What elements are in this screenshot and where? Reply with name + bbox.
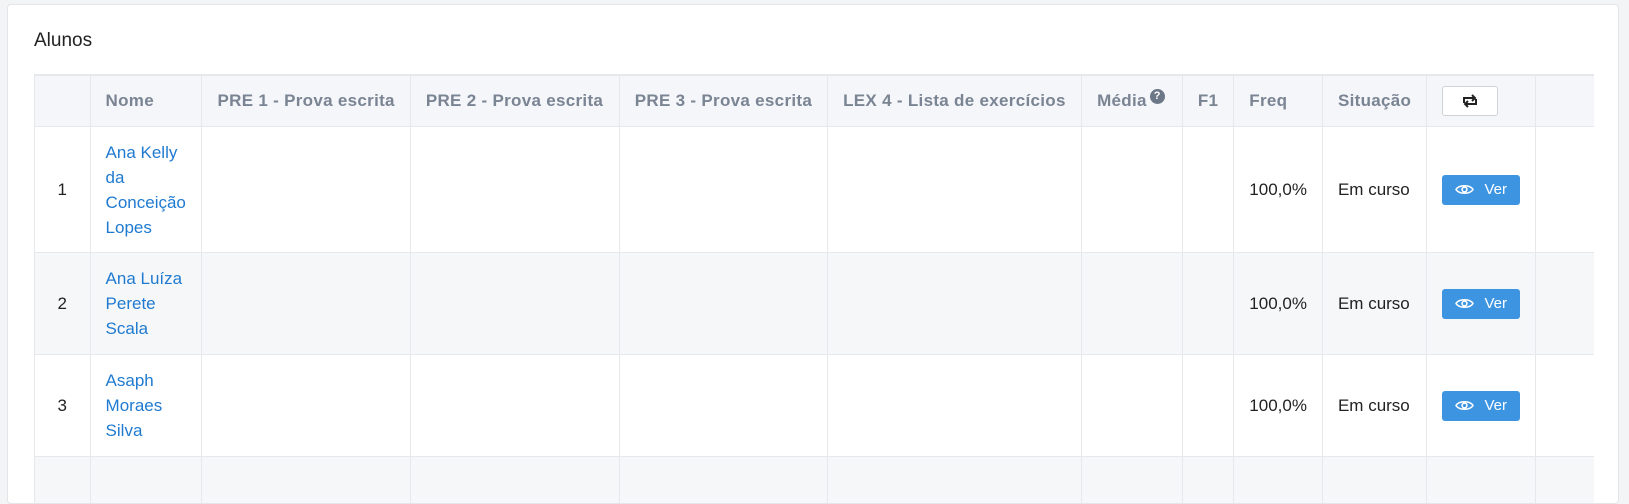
grade-pre1 — [202, 355, 410, 457]
freq-cell: 100,0% — [1234, 253, 1323, 355]
student-name-line: Perete — [106, 291, 187, 316]
grade-pre3 — [619, 127, 827, 253]
grade-media — [1082, 127, 1183, 253]
student-name-line: Asaph — [106, 368, 187, 393]
header-pre3[interactable]: PRE 3 - Prova escrita — [619, 76, 827, 127]
grade-f1 — [1182, 355, 1233, 457]
grade-pre2 — [410, 355, 619, 457]
action-cell: Ver — [1427, 253, 1536, 355]
students-table-container: Nome PRE 1 - Prova escrita PRE 2 - Prova… — [34, 74, 1594, 504]
row-index: 3 — [35, 355, 91, 457]
student-name-line: Ana Kelly — [106, 140, 187, 165]
view-button-label: Ver — [1484, 181, 1507, 198]
header-media-label: Média — [1097, 91, 1147, 110]
students-table: Nome PRE 1 - Prova escrita PRE 2 - Prova… — [34, 75, 1594, 504]
header-actions — [1427, 76, 1536, 127]
student-name-line: Silva — [106, 418, 187, 443]
grade-lex4 — [828, 355, 1082, 457]
table-cell — [90, 457, 202, 504]
table-cell — [1536, 457, 1594, 504]
table-cell — [1182, 457, 1233, 504]
view-button[interactable]: Ver — [1442, 289, 1520, 319]
student-name-line: da — [106, 165, 187, 190]
header-nome[interactable]: Nome — [90, 76, 202, 127]
student-name-cell: Ana LuízaPereteScala — [90, 253, 202, 355]
extra-cell — [1536, 127, 1594, 253]
header-freq: Freq — [1234, 76, 1323, 127]
student-name-line: Ana Luíza — [106, 266, 187, 291]
grade-pre1 — [202, 127, 410, 253]
view-button-label: Ver — [1484, 397, 1507, 414]
header-pre2[interactable]: PRE 2 - Prova escrita — [410, 76, 619, 127]
student-name-link[interactable]: Ana LuízaPereteScala — [106, 266, 187, 341]
table-header-row: Nome PRE 1 - Prova escrita PRE 2 - Prova… — [35, 76, 1595, 127]
table-row: 1Ana KellydaConceiçãoLopes100,0%Em curso… — [35, 127, 1595, 253]
refresh-icon — [1461, 94, 1479, 108]
grade-pre1 — [202, 253, 410, 355]
situacao-cell: Em curso — [1322, 127, 1426, 253]
table-row: 3AsaphMoraesSilva100,0%Em cursoVer — [35, 355, 1595, 457]
student-name-cell: AsaphMoraesSilva — [90, 355, 202, 457]
eye-icon — [1455, 399, 1474, 412]
grade-lex4 — [828, 253, 1082, 355]
header-index — [35, 76, 91, 127]
grade-pre3 — [619, 355, 827, 457]
freq-cell: 100,0% — [1234, 127, 1323, 253]
table-cell — [410, 457, 619, 504]
table-cell — [619, 457, 827, 504]
header-lex4[interactable]: LEX 4 - Lista de exercícios — [828, 76, 1082, 127]
view-button-label: Ver — [1484, 295, 1507, 312]
student-name-line: Scala — [106, 316, 187, 341]
view-button[interactable]: Ver — [1442, 175, 1520, 205]
situacao-cell: Em curso — [1322, 253, 1426, 355]
extra-cell — [1536, 355, 1594, 457]
header-situacao: Situação — [1322, 76, 1426, 127]
student-name-line: Lopes — [106, 215, 187, 240]
header-extra — [1536, 76, 1594, 127]
grade-f1 — [1182, 127, 1233, 253]
action-cell: Ver — [1427, 355, 1536, 457]
grade-pre3 — [619, 253, 827, 355]
grade-pre2 — [410, 253, 619, 355]
card-title: Alunos — [34, 30, 92, 52]
student-name-link[interactable]: Ana KellydaConceiçãoLopes — [106, 140, 187, 240]
grade-lex4 — [828, 127, 1082, 253]
grade-pre2 — [410, 127, 619, 253]
grade-media — [1082, 355, 1183, 457]
table-cell — [35, 457, 91, 504]
refresh-button[interactable] — [1442, 86, 1498, 116]
grade-media — [1082, 253, 1183, 355]
table-cell — [1427, 457, 1536, 504]
row-index: 1 — [35, 127, 91, 253]
view-button[interactable]: Ver — [1442, 391, 1520, 421]
header-media: Média? — [1082, 76, 1183, 127]
header-pre1[interactable]: PRE 1 - Prova escrita — [202, 76, 410, 127]
header-f1: F1 — [1182, 76, 1233, 127]
table-row: 2Ana LuízaPereteScala100,0%Em cursoVer — [35, 253, 1595, 355]
action-cell: Ver — [1427, 127, 1536, 253]
table-cell — [1322, 457, 1426, 504]
table-cell — [828, 457, 1082, 504]
extra-cell — [1536, 253, 1594, 355]
students-card: Alunos Nome PRE 1 - Prova escrita PRE 2 … — [7, 4, 1619, 504]
grade-f1 — [1182, 253, 1233, 355]
eye-icon — [1455, 183, 1474, 196]
table-cell — [1234, 457, 1323, 504]
freq-cell: 100,0% — [1234, 355, 1323, 457]
situacao-cell: Em curso — [1322, 355, 1426, 457]
table-cell — [202, 457, 410, 504]
row-index: 2 — [35, 253, 91, 355]
student-name-line: Moraes — [106, 393, 187, 418]
student-name-cell: Ana KellydaConceiçãoLopes — [90, 127, 202, 253]
table-cell — [1082, 457, 1183, 504]
student-name-link[interactable]: AsaphMoraesSilva — [106, 368, 187, 443]
help-icon[interactable]: ? — [1150, 89, 1165, 104]
table-row — [35, 457, 1595, 504]
student-name-line: Conceição — [106, 190, 187, 215]
eye-icon — [1455, 297, 1474, 310]
